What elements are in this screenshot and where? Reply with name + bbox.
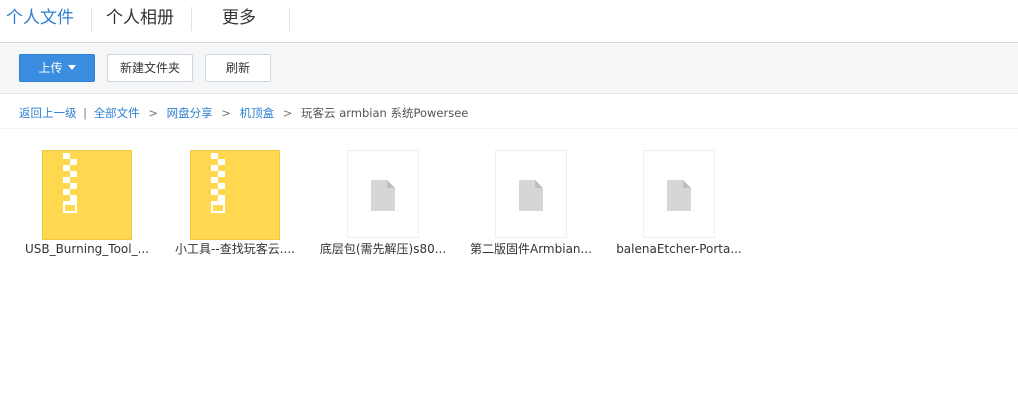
caret-down-icon xyxy=(67,65,76,70)
toolbar: 上传 新建文件夹 刷新 xyxy=(0,43,1018,94)
breadcrumb-item-netdisk-share[interactable]: 网盘分享 xyxy=(167,106,213,120)
generic-file-icon xyxy=(643,150,715,238)
tab-personal-files[interactable]: 个人文件 xyxy=(6,0,74,40)
breadcrumb-current: 玩客云 armbian 系统Powersee xyxy=(301,106,469,120)
file-item[interactable]: USB_Burning_Tool_... xyxy=(17,148,157,264)
nav-divider xyxy=(191,7,192,31)
nav-divider xyxy=(91,7,92,31)
nav-divider xyxy=(289,7,290,31)
file-name: 小工具--查找玩客云.... xyxy=(175,242,295,256)
tab-more[interactable]: 更多 xyxy=(222,0,256,40)
file-name: balenaEtcher-Porta... xyxy=(616,242,742,256)
zip-file-icon xyxy=(42,150,132,240)
upload-button-label: 上传 xyxy=(38,61,63,75)
generic-file-icon xyxy=(495,150,567,238)
upload-button[interactable]: 上传 xyxy=(19,54,95,82)
breadcrumb-bar-separator: | xyxy=(83,106,88,120)
file-name: 底层包(需先解压)s80... xyxy=(319,242,447,256)
breadcrumb-separator: > xyxy=(282,106,293,120)
tab-personal-album[interactable]: 个人相册 xyxy=(106,0,174,40)
breadcrumb-item-all-files[interactable]: 全部文件 xyxy=(94,106,140,120)
breadcrumb-separator: > xyxy=(148,106,158,120)
top-nav: 个人文件 个人相册 更多 xyxy=(0,0,1018,43)
back-link[interactable]: 返回上一级 xyxy=(19,106,77,120)
new-folder-button[interactable]: 新建文件夹 xyxy=(107,54,193,82)
file-item[interactable]: 第二版固件Armbian... xyxy=(461,148,601,264)
breadcrumb-item-set-top-box[interactable]: 机顶盒 xyxy=(240,106,275,120)
file-name: USB_Burning_Tool_... xyxy=(24,242,150,256)
file-item[interactable]: balenaEtcher-Porta... xyxy=(609,148,749,264)
zip-file-icon xyxy=(190,150,280,240)
file-item[interactable]: 底层包(需先解压)s80... xyxy=(313,148,453,264)
file-name: 第二版固件Armbian... xyxy=(470,242,592,256)
divider xyxy=(0,128,1018,129)
generic-file-icon xyxy=(347,150,419,238)
refresh-button[interactable]: 刷新 xyxy=(205,54,271,82)
file-item[interactable]: 小工具--查找玩客云.... xyxy=(165,148,305,264)
breadcrumb: 返回上一级 | 全部文件 > 网盘分享 > 机顶盒 > 玩客云 armbian … xyxy=(19,103,468,123)
breadcrumb-separator: > xyxy=(221,106,231,120)
